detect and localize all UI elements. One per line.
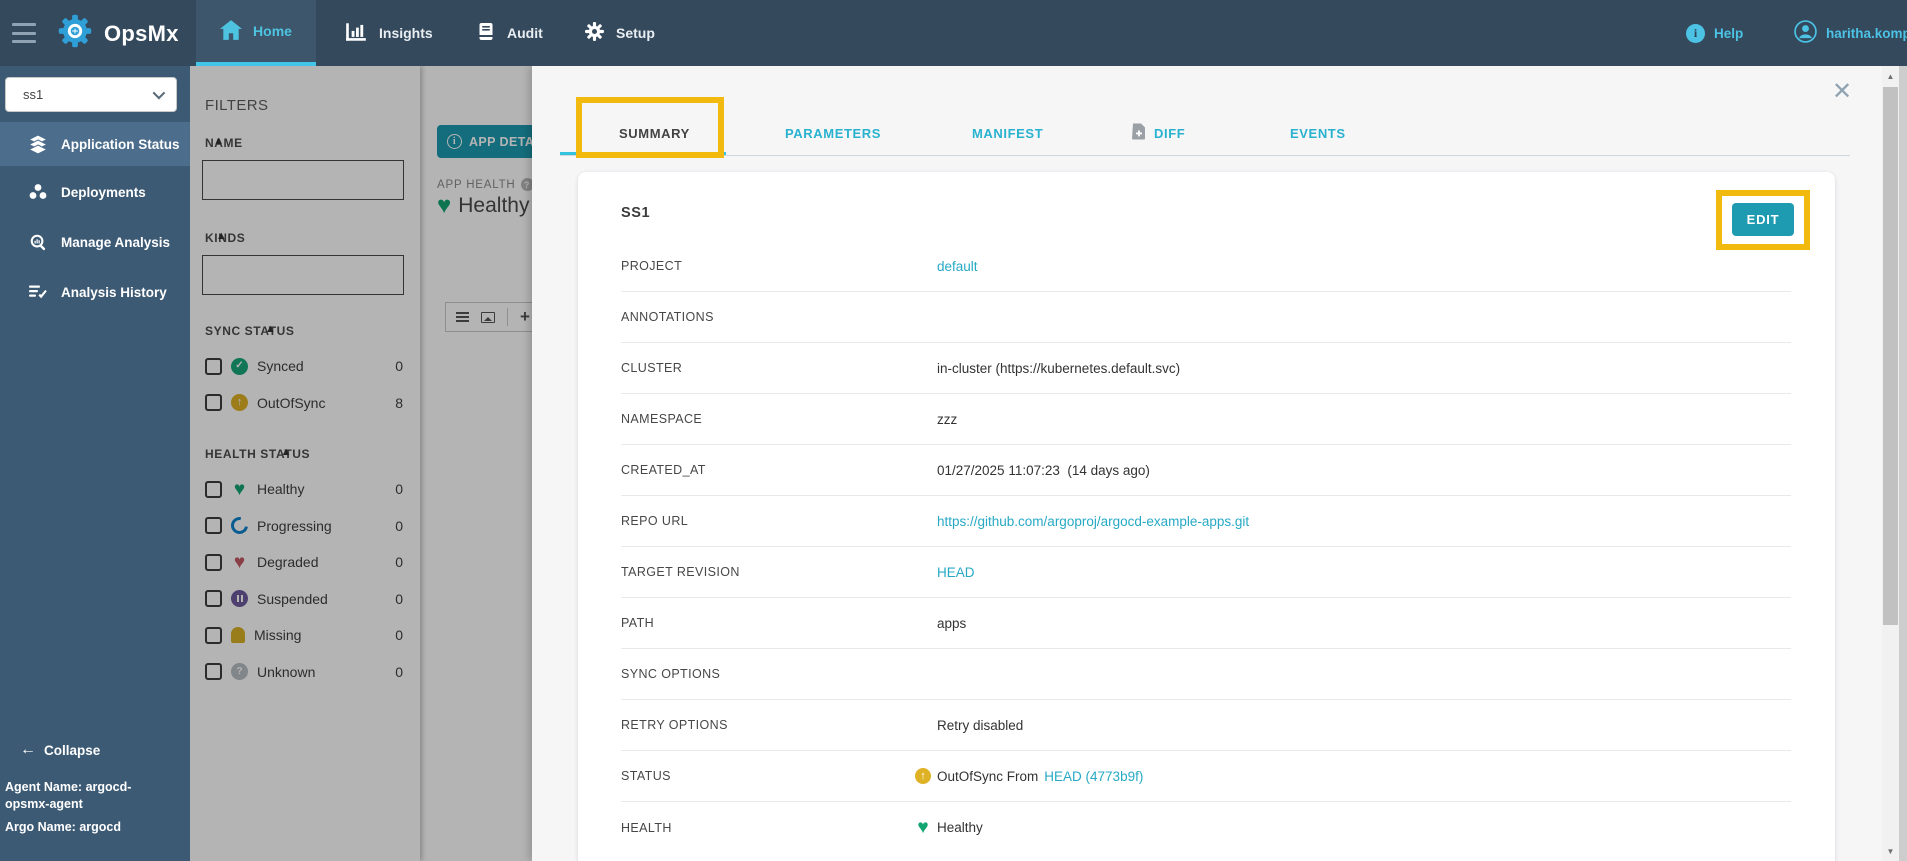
layers-icon bbox=[28, 134, 48, 154]
brand: OpsMx bbox=[54, 10, 179, 57]
window-edge-strip bbox=[1899, 66, 1907, 861]
summary-row-cluster: CLUSTER in-cluster (https://kubernetes.d… bbox=[578, 343, 1835, 394]
summary-row-value: 01/27/2025 11:07:23 (14 days ago) bbox=[937, 462, 1150, 478]
nav-item-home[interactable]: Home bbox=[196, 0, 316, 66]
scrollbar-thumb[interactable] bbox=[1883, 87, 1898, 625]
info-icon: i bbox=[1686, 23, 1705, 43]
analysis-history-icon bbox=[28, 282, 48, 302]
modal-tabs: SUMMARY PARAMETERS MANIFEST DIFF EVENTS bbox=[532, 113, 1882, 153]
vertical-scrollbar[interactable]: ▲ ▼ bbox=[1882, 66, 1899, 861]
summary-row-target-revision: TARGET REVISION HEAD bbox=[578, 547, 1835, 598]
left-sidebar: ss1 Application Status Deployments Manag… bbox=[0, 66, 190, 861]
setup-icon bbox=[584, 21, 605, 45]
summary-row-value: zzz bbox=[937, 411, 958, 427]
application-selector[interactable]: ss1 bbox=[5, 77, 177, 112]
opsmx-logo-icon bbox=[54, 10, 96, 57]
tab-diff[interactable]: DIFF bbox=[1132, 113, 1185, 153]
insights-icon bbox=[344, 21, 368, 46]
scroll-down-icon[interactable]: ▼ bbox=[1882, 841, 1899, 861]
summary-row-value bbox=[915, 309, 931, 325]
nav-item-setup[interactable]: Setup bbox=[566, 0, 673, 66]
deployments-icon bbox=[28, 182, 48, 202]
manage-analysis-icon bbox=[28, 233, 48, 252]
summary-row-project: PROJECT default bbox=[578, 241, 1835, 292]
user-menu[interactable]: haritha.komp... bbox=[1794, 0, 1907, 66]
collapse-sidebar-button[interactable]: ← Collapse bbox=[20, 741, 100, 759]
summary-row-value: HEAD bbox=[937, 564, 975, 580]
summary-row-value: default bbox=[937, 258, 978, 274]
app-summary-modal: ✕ SUMMARY PARAMETERS MANIFEST DIFF EVENT… bbox=[532, 66, 1882, 861]
tab-parameters[interactable]: PARAMETERS bbox=[785, 113, 881, 153]
hamburger-menu-icon[interactable] bbox=[12, 23, 36, 43]
sidebar-item-application-status[interactable]: Application Status bbox=[0, 122, 190, 166]
agent-info: Agent Name: argocd-opsmx-agent Argo Name… bbox=[5, 779, 165, 836]
tab-manifest[interactable]: MANIFEST bbox=[972, 113, 1043, 153]
summary-row-annotations: ANNOTATIONS bbox=[578, 292, 1835, 343]
sidebar-item-analysis-history[interactable]: Analysis History bbox=[0, 270, 190, 314]
summary-row-value bbox=[915, 666, 931, 682]
summary-row-value: apps bbox=[937, 615, 967, 631]
chevron-down-icon bbox=[152, 86, 166, 100]
avatar-icon bbox=[1794, 20, 1817, 46]
close-icon[interactable]: ✕ bbox=[1832, 80, 1852, 104]
healthy-icon bbox=[915, 820, 931, 836]
nav-item-insights[interactable]: Insights bbox=[326, 0, 451, 66]
summary-row-health: HEALTH Healthy bbox=[578, 802, 1835, 853]
agent-name-text: Agent Name: argocd-opsmx-agent bbox=[5, 780, 132, 811]
summary-row-value: OutOfSync From HEAD (4773b9f) bbox=[915, 768, 1143, 784]
tab-summary[interactable]: SUMMARY bbox=[619, 113, 690, 153]
summary-card: SS1 EDIT PROJECT default ANNOTATIONS CLU… bbox=[578, 172, 1835, 861]
summary-row-status: STATUS OutOfSync From HEAD (4773b9f) bbox=[578, 751, 1835, 802]
summary-row-retry-options: RETRY OPTIONS Retry disabled bbox=[578, 700, 1835, 751]
edit-button[interactable]: EDIT bbox=[1732, 203, 1794, 236]
nav-item-audit[interactable]: Audit bbox=[458, 0, 561, 66]
brand-name: OpsMx bbox=[104, 20, 179, 46]
out-of-sync-icon bbox=[915, 768, 931, 784]
tabs-divider bbox=[560, 155, 1850, 156]
arrow-left-icon: ← bbox=[20, 741, 36, 758]
application-name: SS1 bbox=[621, 205, 651, 221]
summary-rows: PROJECT default ANNOTATIONS CLUSTER in-c… bbox=[578, 241, 1835, 853]
summary-row-value: Healthy bbox=[915, 820, 983, 836]
summary-row-path: PATH apps bbox=[578, 598, 1835, 649]
help-button[interactable]: i Help bbox=[1686, 0, 1743, 66]
summary-row-value: https://github.com/argoproj/argocd-examp… bbox=[937, 513, 1250, 529]
summary-row-repo-url: REPO URL https://github.com/argoproj/arg… bbox=[578, 496, 1835, 547]
diff-file-icon bbox=[1132, 123, 1146, 143]
summary-row-created-at: CREATED_AT 01/27/2025 11:07:23 (14 days … bbox=[578, 445, 1835, 496]
summary-row-value: Retry disabled bbox=[937, 717, 1024, 733]
summary-row-namespace: NAMESPACE zzz bbox=[578, 394, 1835, 445]
scroll-up-icon[interactable]: ▲ bbox=[1882, 66, 1899, 86]
app-root: OpsMx Home Insights Audit Setup i Help h… bbox=[0, 0, 1907, 861]
top-navbar: OpsMx Home Insights Audit Setup i Help h… bbox=[0, 0, 1907, 66]
home-icon bbox=[220, 19, 243, 43]
tab-events[interactable]: EVENTS bbox=[1290, 113, 1346, 153]
audit-icon bbox=[476, 21, 496, 45]
summary-row-value: in-cluster (https://kubernetes.default.s… bbox=[937, 360, 1181, 376]
summary-row-sync-options: SYNC OPTIONS bbox=[578, 649, 1835, 700]
argo-name-text: Argo Name: argocd bbox=[5, 819, 121, 834]
sidebar-item-manage-analysis[interactable]: Manage Analysis bbox=[0, 220, 190, 264]
sidebar-item-deployments[interactable]: Deployments bbox=[0, 170, 190, 214]
